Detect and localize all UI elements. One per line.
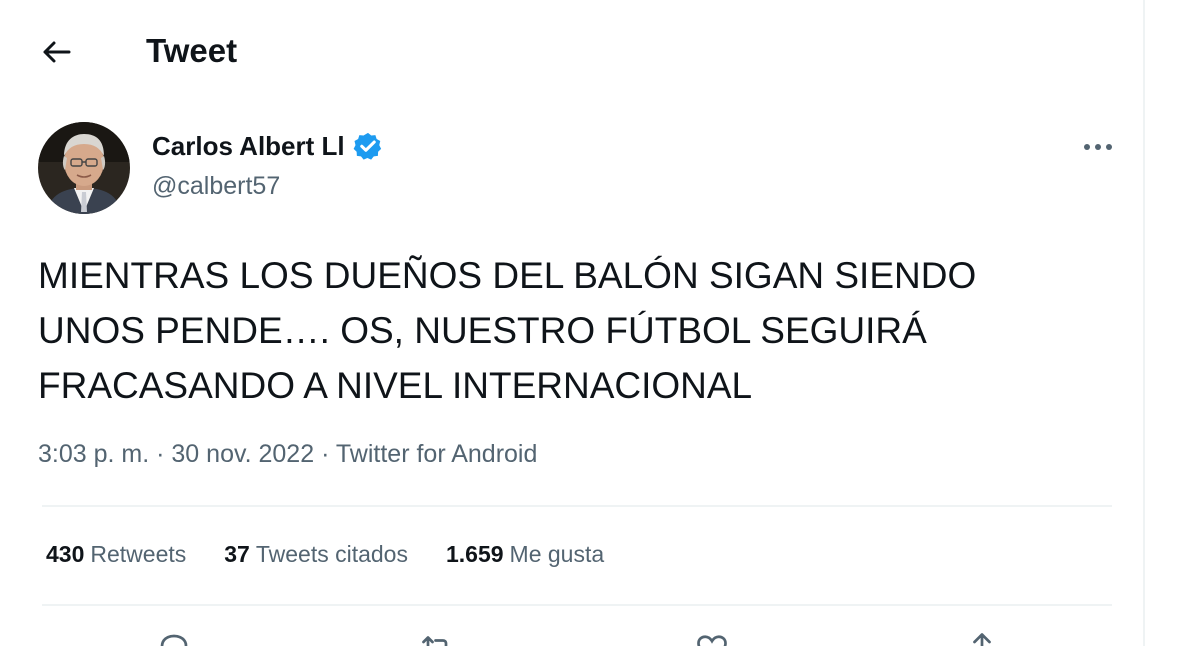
stat-label: Retweets xyxy=(90,541,187,567)
retweets-stat[interactable]: 430 Retweets xyxy=(46,538,186,570)
tweet-page: Tweet Carlos Albert Ll @calbert57 MIENTR… xyxy=(0,0,1200,646)
tweet-stats: 430 Retweets 37 Tweets citados 1.659 Me gus… xyxy=(46,538,604,570)
stat-label: Me gusta xyxy=(509,541,605,567)
tweet-source[interactable]: Twitter for Android xyxy=(336,440,537,468)
author-name-text: Carlos Albert Ll xyxy=(152,131,345,161)
stat-count: 37 xyxy=(224,541,250,567)
likes-stat[interactable]: 1.659 Me gusta xyxy=(446,538,604,570)
avatar[interactable] xyxy=(38,122,130,214)
share-button[interactable] xyxy=(960,630,1004,646)
verified-badge-icon xyxy=(353,132,381,160)
author-handle[interactable]: @calbert57 xyxy=(152,170,280,202)
tweet-meta: 3:03 p. m. · 30 nov. 2022 · Twitter for … xyxy=(38,437,537,471)
share-icon xyxy=(973,633,991,646)
tweet-time[interactable]: 3:03 p. m. xyxy=(38,440,149,468)
back-button[interactable] xyxy=(36,32,76,72)
meta-separator: · xyxy=(156,440,172,468)
retweet-icon xyxy=(422,636,448,646)
tweet-date[interactable]: 30 nov. 2022 xyxy=(171,440,314,468)
like-button[interactable] xyxy=(690,630,734,646)
tweet-text-line: FRACASANDO A NIVEL INTERNACIONAL xyxy=(38,365,753,406)
header: Tweet xyxy=(0,0,1143,100)
tweet-text: MIENTRAS LOS DUEÑOS DEL BALÓN SIGAN SIEN… xyxy=(38,248,1128,413)
reply-button[interactable] xyxy=(152,630,196,646)
retweet-button[interactable] xyxy=(415,630,459,646)
page-title: Tweet xyxy=(146,32,238,69)
tweet-text-line: UNOS PENDE…. OS, NUESTRO FÚTBOL SEGUIRÁ xyxy=(38,310,927,351)
tweet-text-line: MIENTRAS LOS DUEÑOS DEL BALÓN SIGAN SIEN… xyxy=(38,255,977,296)
more-horizontal-icon xyxy=(1084,144,1112,150)
like-icon xyxy=(697,635,727,646)
action-bar xyxy=(0,622,1143,646)
avatar-photo xyxy=(38,122,130,214)
stat-label: Tweets citados xyxy=(255,541,408,567)
stat-count: 430 xyxy=(46,541,85,567)
column-border xyxy=(1143,0,1145,646)
quote-tweets-stat[interactable]: 37 Tweets citados xyxy=(224,538,408,570)
meta-separator: · xyxy=(321,440,336,468)
stat-count: 1.659 xyxy=(445,541,504,567)
more-options-button[interactable] xyxy=(1078,132,1118,162)
divider xyxy=(42,604,1112,606)
author-name[interactable]: Carlos Albert Ll xyxy=(152,129,383,163)
reply-icon xyxy=(160,634,188,646)
divider xyxy=(42,505,1112,507)
arrow-left-icon xyxy=(43,41,71,63)
